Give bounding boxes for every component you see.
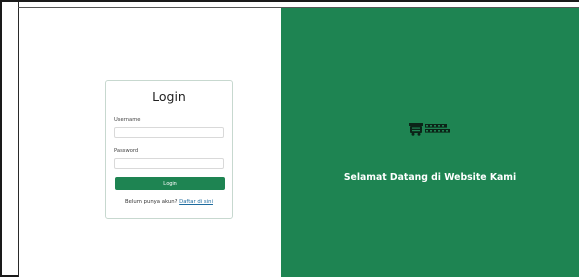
welcome-pane: [281, 8, 579, 277]
username-input[interactable]: [114, 127, 224, 138]
register-link[interactable]: Daftar di sini: [179, 199, 213, 205]
login-button[interactable]: Login: [115, 177, 225, 190]
login-card: Login Username Password Login Belum puny…: [105, 80, 233, 219]
username-label: Username: [114, 117, 141, 123]
welcome-heading: Selamat Datang di Website Kami: [343, 172, 517, 183]
bubur-pocadil-logo: [409, 123, 450, 136]
password-label: Password: [114, 148, 139, 154]
password-input[interactable]: [114, 158, 224, 169]
register-prompt-text: Belum punya akun?: [125, 199, 178, 205]
login-pane: Login Username Password Login Belum puny…: [19, 8, 281, 277]
login-title: Login: [152, 89, 186, 104]
register-prompt: Belum punya akun? Daftar di sini: [106, 199, 232, 205]
